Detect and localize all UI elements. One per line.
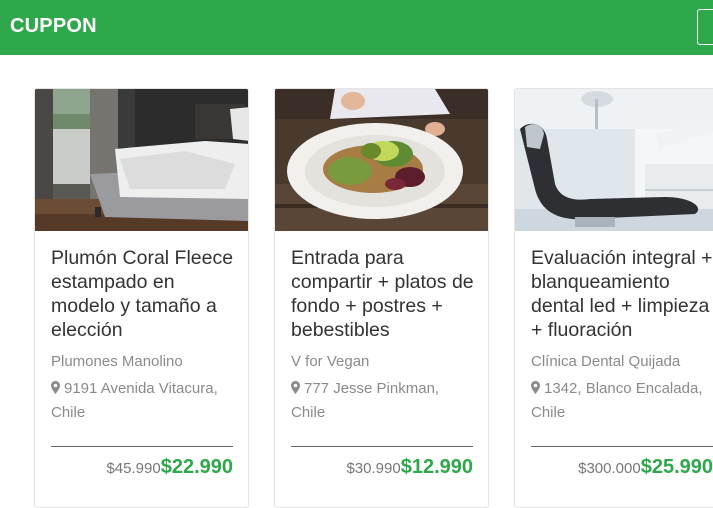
dental-chair-photo[interactable]: [515, 89, 713, 231]
address-text: 1342, Blanco Encalada, Chile: [531, 380, 703, 421]
salad-bowl-photo[interactable]: [275, 89, 488, 231]
divider: [51, 446, 233, 447]
map-pin-icon: [291, 381, 300, 394]
divider: [531, 446, 713, 447]
top-bar: CUPPON: [0, 0, 713, 55]
price-row: $45.990$22.990: [51, 456, 233, 479]
new-price: $25.990: [640, 456, 713, 478]
deal-title[interactable]: Entrada para compartir + platos de fondo…: [291, 246, 481, 342]
new-price: $12.990: [400, 456, 473, 478]
address: 9191 Avenida Vitacura, Chile: [51, 377, 235, 425]
bedroom-photo[interactable]: [35, 89, 248, 231]
deal-card[interactable]: Plumón Coral Fleece estampado en modelo …: [34, 88, 249, 508]
price-row: $30.990$12.990: [291, 456, 473, 479]
merchant-name: V for Vegan: [291, 353, 370, 370]
address-text: 777 Jesse Pinkman, Chile: [291, 380, 440, 421]
merchant-name: Plumones Manolino: [51, 353, 183, 370]
old-price: $30.990: [346, 460, 401, 477]
map-pin-icon: [51, 381, 60, 394]
address: 1342, Blanco Encalada, Chile: [531, 377, 713, 425]
deal-title[interactable]: Plumón Coral Fleece estampado en modelo …: [51, 246, 241, 342]
divider: [291, 446, 473, 447]
map-pin-icon: [531, 381, 540, 394]
old-price: $300.000: [578, 460, 641, 477]
new-price: $22.990: [160, 456, 233, 478]
header-button[interactable]: [697, 9, 713, 45]
merchant-name: Clínica Dental Quijada: [531, 353, 681, 370]
deal-title[interactable]: Evaluación integral + blanqueamiento den…: [531, 246, 713, 342]
brand-logo[interactable]: CUPPON: [10, 15, 97, 38]
deal-card[interactable]: Entrada para compartir + platos de fondo…: [274, 88, 489, 508]
deal-card[interactable]: Evaluación integral + blanqueamiento den…: [514, 88, 713, 508]
price-row: $300.000$25.990: [531, 456, 713, 479]
address: 777 Jesse Pinkman, Chile: [291, 377, 475, 425]
old-price: $45.990: [106, 460, 161, 477]
address-text: 9191 Avenida Vitacura, Chile: [51, 380, 218, 421]
